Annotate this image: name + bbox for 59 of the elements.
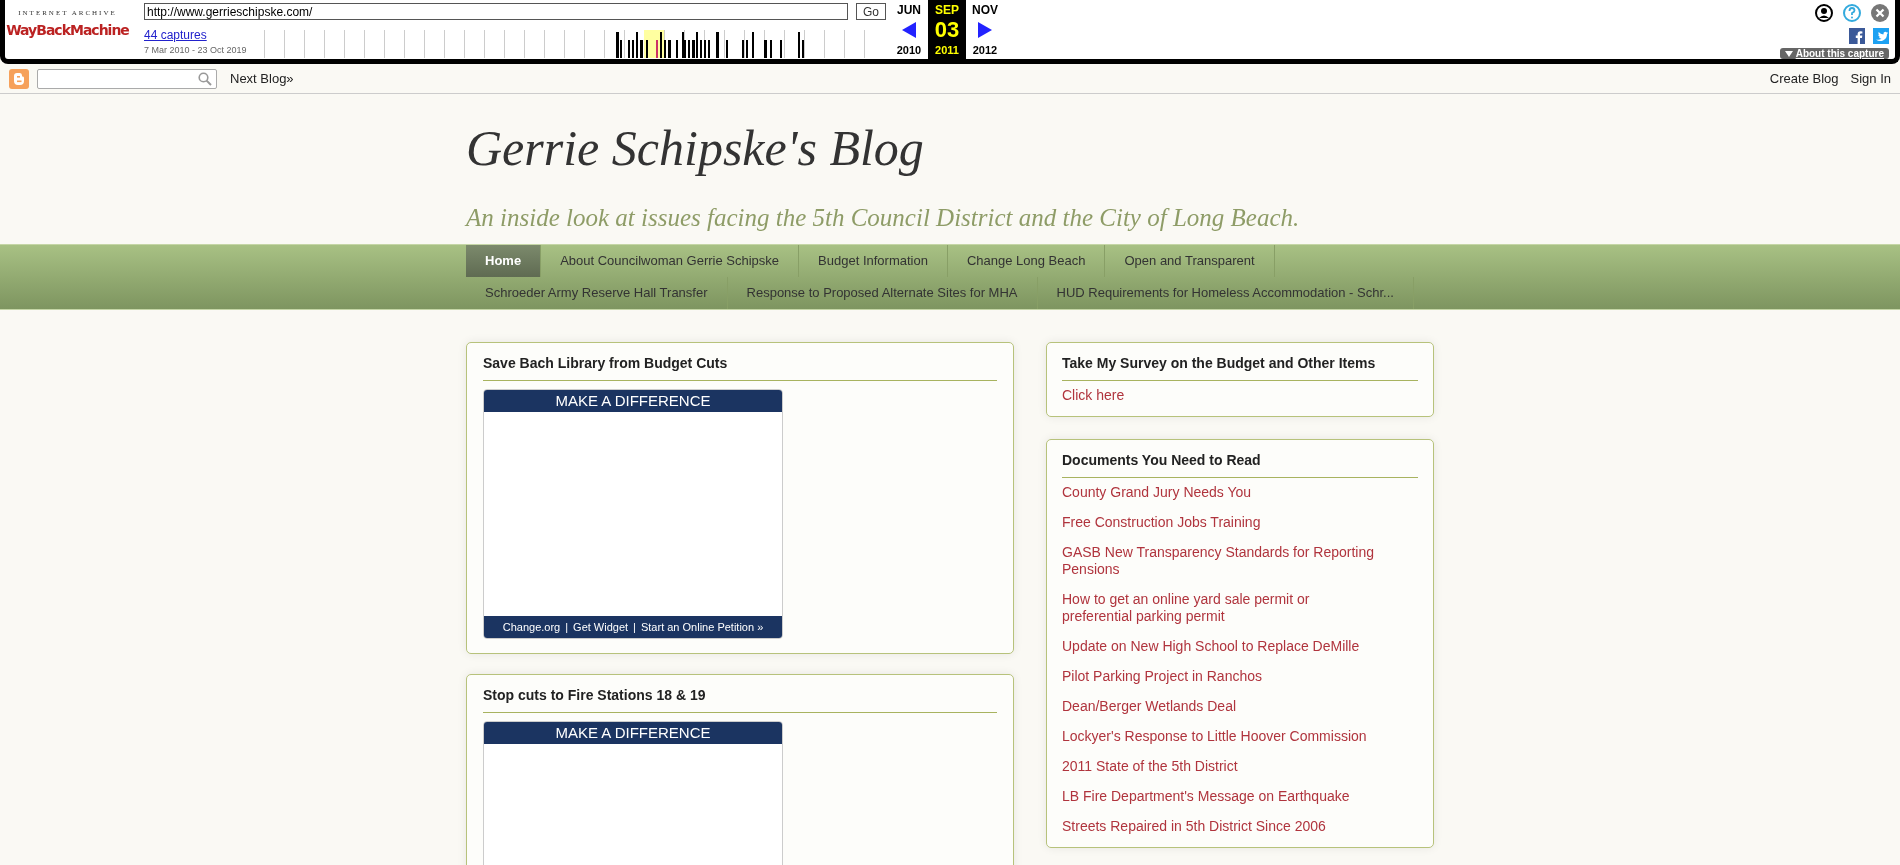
nav-tab[interactable]: About Councilwoman Gerrie Schipske (541, 245, 800, 277)
url-field[interactable]: http://www.gerrieschipske.com/ (144, 3, 848, 20)
facebook-icon[interactable] (1849, 28, 1865, 44)
widget-link[interactable]: Change.org (502, 618, 561, 636)
nav-tab[interactable]: Change Long Beach (947, 245, 1106, 277)
widget-header: MAKE A DIFFERENCE (484, 722, 782, 744)
sidebar-link[interactable]: Click here (1062, 387, 1125, 404)
separator: | (633, 619, 636, 635)
post-title: Save Bach Library from Budget Cuts (483, 353, 997, 381)
year-label[interactable]: 2012 (972, 41, 998, 58)
separator: | (565, 619, 569, 635)
next-blog-link[interactable]: Next Blog» (230, 68, 294, 89)
captures-link[interactable]: 44 captures (144, 26, 207, 44)
close-icon[interactable] (1871, 4, 1889, 22)
search-icon (198, 71, 212, 86)
wayback-logo[interactable]: WayBackMachine (6, 20, 129, 39)
widget-title: Documents You Need to Read (1062, 450, 1418, 478)
date-range: 7 Mar 2010 - 23 Oct 2019 (144, 44, 248, 57)
triangle-icon (1784, 50, 1793, 57)
year-label[interactable]: 2010 (896, 41, 922, 58)
navbar-link[interactable]: Create Blog (1769, 68, 1839, 89)
sidebar-link[interactable]: Pilot Parking Project in Ranchos (1062, 668, 1262, 685)
sidebar-link[interactable]: Update on New High School to Replace DeMille (1062, 638, 1360, 655)
sidebar-link[interactable]: Dean/Berger Wetlands Deal (1062, 698, 1237, 715)
year-label[interactable]: 2011 (935, 41, 959, 58)
widget-link[interactable]: Get Widget (573, 618, 629, 636)
month-label[interactable]: JUN (897, 1, 921, 19)
nav-tab[interactable]: Home (466, 245, 542, 277)
blog-subtitle: An inside look at issues facing the 5th Council District and the City of Long Beach. (466, 203, 1300, 233)
go-button[interactable]: Go (856, 3, 886, 20)
post-title: Stop cuts to Fire Stations 18 & 19 (483, 685, 997, 713)
help-icon[interactable] (1843, 4, 1861, 22)
sidebar-link[interactable]: Streets Repaired in 5th District Since 2006 (1062, 818, 1326, 835)
about-capture-button[interactable]: About this capture (1779, 48, 1889, 59)
sidebar-link[interactable]: County Grand Jury Needs You (1062, 484, 1252, 501)
twitter-icon[interactable] (1873, 28, 1889, 44)
widget-link[interactable]: Start an Online Petition » (640, 618, 764, 636)
widget-title: Take My Survey on the Budget and Other Items (1062, 353, 1418, 381)
nav-tab[interactable]: Budget Information (799, 245, 948, 277)
search-field[interactable] (37, 68, 217, 89)
month-label[interactable]: SEP (935, 1, 959, 19)
sidebar-link[interactable]: GASB New Transparency Standards for Reporting Pensions (1062, 544, 1378, 578)
user-icon[interactable] (1815, 4, 1833, 22)
nav-tab[interactable]: Open and Transparent (1105, 245, 1275, 277)
sidebar-link[interactable]: 2011 State of the 5th District (1062, 758, 1238, 775)
sidebar-link[interactable]: How to get an online yard sale permit or preferential parking permit (1062, 591, 1378, 625)
sidebar-link[interactable]: Free Construction Jobs Training (1062, 514, 1261, 531)
previous-arrow-icon[interactable] (902, 22, 916, 39)
month-label[interactable]: NOV (972, 1, 998, 19)
nav-tab[interactable]: Response to Proposed Alternate Sites for MHA (727, 277, 1038, 309)
sidebar-link[interactable]: Lockyer's Response to Little Hoover Commission (1062, 728, 1367, 745)
sidebar-link[interactable]: LB Fire Department's Message on Earthquake (1062, 788, 1350, 805)
day-label: 03 (934, 19, 960, 42)
nav-tab[interactable]: Schroeder Army Reserve Hall Transfer (466, 277, 728, 309)
navbar-link[interactable]: Sign In (1850, 68, 1891, 89)
next-arrow-icon[interactable] (978, 22, 992, 39)
nav-tab[interactable]: HUD Requirements for Homeless Accommodation - Schr... (1037, 277, 1414, 309)
widget-header: MAKE A DIFFERENCE (484, 390, 782, 412)
blog-title: Gerrie Schipske's Blog (466, 119, 924, 177)
